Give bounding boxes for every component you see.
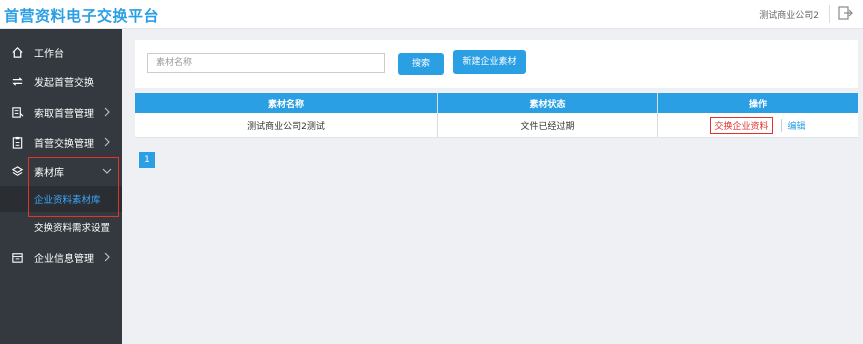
- chevron-right-icon: [104, 107, 110, 117]
- column-header-status: 素材状态: [438, 93, 658, 113]
- top-bar: 首营资料电子交换平台 测试商业公司2: [0, 0, 863, 29]
- material-table: 素材名称 素材状态 操作 测试商业公司2测试 文件已经过期 交换企业资料 编辑: [135, 93, 858, 138]
- swap-icon: [10, 74, 24, 88]
- table-row: 测试商业公司2测试 文件已经过期 交换企业资料 编辑: [135, 113, 858, 138]
- app-title: 首营资料电子交换平台: [4, 7, 160, 25]
- cell-material-name: 测试商业公司2测试: [135, 113, 438, 137]
- column-header-actions: 操作: [748, 99, 767, 110]
- sidebar-item-request-management[interactable]: 索取首营管理: [0, 99, 122, 125]
- header-divider: [829, 5, 830, 23]
- search-input[interactable]: 素材名称: [147, 53, 385, 73]
- column-header-name: 素材名称: [135, 93, 438, 113]
- search-panel: 素材名称 搜索 新建企业素材: [135, 40, 858, 88]
- sidebar-item-label: 索取首营管理: [34, 108, 94, 120]
- sidebar-item-company-info[interactable]: 企业信息管理: [0, 244, 122, 270]
- chevron-right-icon: [104, 137, 110, 147]
- logout-icon[interactable]: [837, 5, 853, 21]
- sidebar-item-label: 发起首营交换: [34, 77, 94, 89]
- clipboard-icon: [10, 135, 24, 149]
- edit-link[interactable]: 编辑: [780, 118, 806, 132]
- sidebar: 工作台 发起首营交换 索取首营管理 首营交换管理 素材库 企业资料素材库 交换资…: [0, 29, 122, 344]
- chevron-right-icon: [104, 252, 110, 262]
- building-icon: [10, 250, 24, 264]
- home-icon: [10, 45, 24, 59]
- layers-icon: [10, 164, 24, 178]
- table-header: 素材名称 素材状态 操作: [135, 93, 858, 113]
- search-button[interactable]: 搜索: [398, 53, 444, 75]
- sidebar-subitem-label: 交换资料需求设置: [34, 223, 111, 234]
- new-material-button[interactable]: 新建企业素材: [453, 50, 526, 74]
- pagination-page-1[interactable]: 1: [139, 152, 155, 168]
- sidebar-item-label: 企业信息管理: [34, 253, 94, 265]
- cell-actions: 交换企业资料 编辑: [658, 113, 858, 137]
- sidebar-item-exchange-management[interactable]: 首营交换管理: [0, 129, 122, 155]
- cell-material-status: 文件已经过期: [438, 113, 658, 137]
- sidebar-item-label: 首营交换管理: [34, 138, 94, 150]
- sidebar-item-label: 工作台: [34, 48, 64, 60]
- highlight-box: [28, 157, 119, 217]
- sidebar-item-start-exchange[interactable]: 发起首营交换: [0, 68, 122, 94]
- sidebar-subitem-exchange-requirements[interactable]: 交换资料需求设置: [0, 214, 122, 240]
- current-user[interactable]: 测试商业公司2: [759, 8, 819, 21]
- exchange-company-material-link[interactable]: 交换企业资料: [710, 116, 773, 134]
- sidebar-item-workbench[interactable]: 工作台: [0, 39, 122, 65]
- request-icon: [10, 105, 24, 119]
